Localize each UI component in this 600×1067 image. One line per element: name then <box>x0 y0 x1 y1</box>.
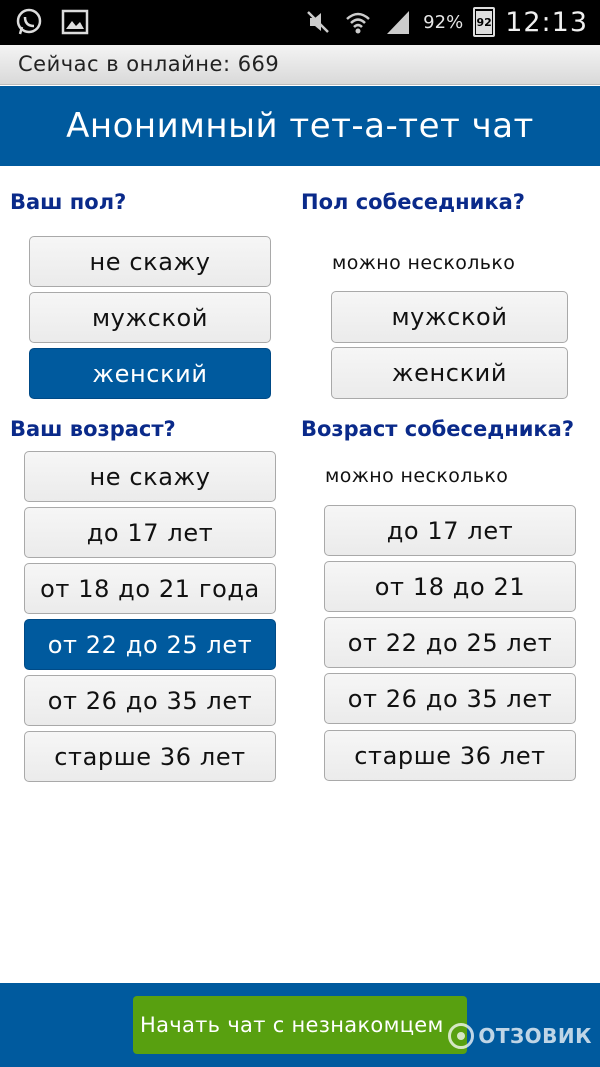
partner-gender-option[interactable]: женский <box>331 347 568 399</box>
online-bar: Сейчас в онлайне: 669 <box>0 45 600 85</box>
your-gender-option[interactable]: мужской <box>29 292 271 343</box>
whatsapp-icon <box>16 8 42 35</box>
partner-age-option[interactable]: от 22 до 25 лет <box>324 617 576 668</box>
your-gender-option-selected[interactable]: женский <box>29 348 271 399</box>
battery-percent: 92% <box>423 11 464 33</box>
battery-level: 92 <box>476 16 492 29</box>
gallery-icon <box>61 9 89 35</box>
wifi-icon <box>346 12 371 34</box>
app-header: Анонимный тет-а-тет чат <box>0 86 600 166</box>
online-count: Сейчас в онлайне: 669 <box>18 52 280 76</box>
partner-age-hint: можно несколько <box>325 465 509 487</box>
otzovik-logo-icon <box>448 1023 475 1049</box>
your-age-label: Ваш возраст? <box>10 417 176 441</box>
partner-gender-hint: можно несколько <box>332 252 516 274</box>
watermark-text: ОТЗОВИК <box>478 1024 592 1048</box>
your-age-option[interactable]: от 26 до 35 лет <box>24 675 276 726</box>
partner-gender-label: Пол собеседника? <box>301 190 525 214</box>
your-age-option-selected[interactable]: от 22 до 25 лет <box>24 619 276 670</box>
partner-age-label: Возраст собеседника? <box>301 417 575 441</box>
battery-icon: 92 <box>473 7 496 37</box>
partner-gender-option[interactable]: мужской <box>331 291 568 343</box>
your-age-option[interactable]: до 17 лет <box>24 507 276 558</box>
clock: 12:13 <box>505 6 588 38</box>
your-age-option[interactable]: не скажу <box>24 451 276 502</box>
your-gender-label: Ваш пол? <box>10 190 127 214</box>
your-age-option[interactable]: старше 36 лет <box>24 731 276 782</box>
partner-age-option[interactable]: старше 36 лет <box>324 730 576 781</box>
page-title: Анонимный тет-а-тет чат <box>66 106 534 146</box>
partner-age-option[interactable]: от 26 до 35 лет <box>324 673 576 724</box>
your-gender-option[interactable]: не скажу <box>29 236 271 287</box>
status-bar: 92% 92 12:13 <box>0 0 600 45</box>
partner-age-option[interactable]: до 17 лет <box>324 505 576 556</box>
signal-icon <box>387 11 410 34</box>
your-age-option[interactable]: от 18 до 21 года <box>24 563 276 614</box>
mute-icon <box>307 11 330 33</box>
footer-bar: Начать чат с незнакомцем ОТЗОВИК <box>0 983 600 1067</box>
watermark: ОТЗОВИК <box>448 1023 592 1049</box>
start-chat-button[interactable]: Начать чат с незнакомцем <box>133 996 467 1054</box>
partner-age-option[interactable]: от 18 до 21 <box>324 561 576 612</box>
